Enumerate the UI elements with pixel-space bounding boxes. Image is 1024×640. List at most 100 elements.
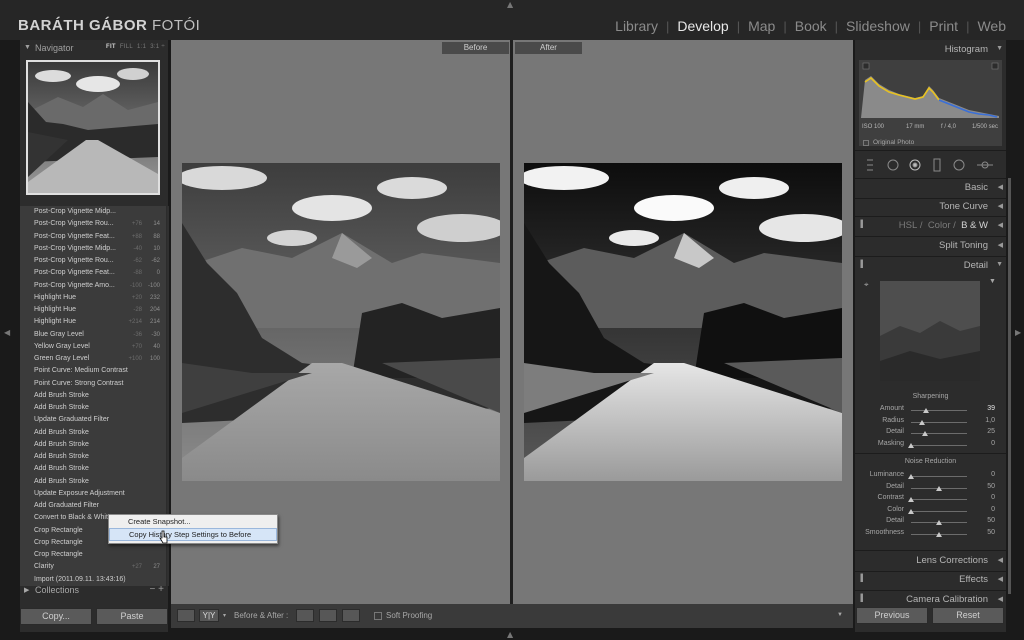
module-develop[interactable]: Develop: [669, 18, 736, 34]
expand-triangle-icon[interactable]: ◀: [998, 241, 1003, 249]
detail-panel-header[interactable]: ▐ Detail ▼: [855, 260, 1006, 271]
module-print[interactable]: Print: [921, 18, 966, 34]
detail-switch-icon[interactable]: ▐: [858, 261, 863, 268]
navigator-preview[interactable]: [26, 60, 160, 195]
history-step[interactable]: Post-Crop Vignette Amo... -100 -100: [20, 280, 166, 292]
history-step[interactable]: Add Brush Stroke: [20, 476, 166, 488]
slider-knob[interactable]: [908, 442, 914, 448]
tab-bw[interactable]: B & W: [961, 220, 988, 231]
slider-value[interactable]: 0: [973, 471, 995, 478]
copy-after-to-before-button[interactable]: [319, 609, 337, 622]
history-step[interactable]: Highlight Hue +214 214: [20, 316, 166, 328]
detail-zoom-preview[interactable]: [880, 281, 980, 381]
zoom-fill[interactable]: FILL: [120, 44, 133, 50]
split-toning-panel-header[interactable]: Split Toning ◀: [855, 240, 1006, 251]
history-step[interactable]: Update Graduated Filter: [20, 414, 166, 426]
menu-copy-history-to-before[interactable]: Copy History Step Settings to Before: [109, 528, 277, 541]
after-photo[interactable]: [524, 163, 842, 481]
expand-triangle-icon[interactable]: ◀: [998, 595, 1003, 603]
slider-knob[interactable]: [922, 431, 928, 436]
slider-track[interactable]: [911, 476, 967, 477]
module-slideshow[interactable]: Slideshow: [838, 18, 918, 34]
slider-value[interactable]: 25: [973, 428, 995, 435]
detail-preview-menu-icon[interactable]: ▼: [989, 278, 996, 285]
module-book[interactable]: Book: [787, 18, 835, 34]
slider-track[interactable]: [911, 499, 967, 500]
collapse-triangle-icon[interactable]: ▼: [24, 44, 31, 51]
history-step[interactable]: Update Exposure Adjustment: [20, 488, 166, 500]
slider-track[interactable]: [911, 433, 967, 434]
before-photo[interactable]: [182, 163, 500, 481]
paste-settings-button[interactable]: Paste: [96, 608, 168, 625]
history-step[interactable]: Blue Gray Level -36 -30: [20, 329, 166, 341]
left-panel-toggle-icon[interactable]: ◀: [4, 328, 10, 337]
basic-panel-header[interactable]: Basic ◀: [855, 182, 1006, 193]
expand-triangle-icon[interactable]: ◀: [998, 221, 1003, 229]
slider-knob[interactable]: [908, 497, 914, 502]
expand-triangle-icon[interactable]: ◀: [998, 183, 1003, 191]
expand-triangle-icon[interactable]: ◀: [998, 575, 1003, 583]
calibration-switch-icon[interactable]: ▐: [858, 595, 863, 602]
original-photo-checkbox[interactable]: [863, 140, 869, 146]
module-map[interactable]: Map: [740, 18, 783, 34]
collections-header[interactable]: ▶ Collections − +: [20, 583, 168, 599]
reset-settings-button[interactable]: Reset: [932, 607, 1004, 624]
slider-value[interactable]: 1,0: [973, 417, 995, 424]
navigator-header[interactable]: ▼ Navigator FIT FILL 1:1 3:1 ÷: [20, 43, 168, 57]
history-step[interactable]: Post-Crop Vignette Midp... -40 10: [20, 243, 166, 255]
zoom-fit[interactable]: FIT: [106, 44, 116, 50]
slider-track[interactable]: [911, 444, 967, 446]
expand-triangle-icon[interactable]: ▶: [24, 586, 29, 594]
zoom-1-1[interactable]: 1:1: [137, 44, 146, 50]
slider-value[interactable]: 0: [973, 506, 995, 513]
detail-target-icon[interactable]: ⌖: [864, 280, 869, 290]
slider-knob[interactable]: [908, 474, 914, 479]
module-web[interactable]: Web: [969, 18, 1014, 34]
slider-value[interactable]: 50: [973, 517, 995, 524]
camera-calibration-panel-header[interactable]: ▐ Camera Calibration ◀: [855, 594, 1006, 605]
soft-proofing-checkbox[interactable]: [374, 612, 382, 620]
right-panel-scrollbar[interactable]: [1008, 178, 1011, 594]
slider-knob[interactable]: [923, 408, 929, 413]
collapse-triangle-icon[interactable]: ▼: [996, 261, 1003, 268]
history-step[interactable]: Add Brush Stroke: [20, 390, 166, 402]
collapse-triangle-icon[interactable]: ▼: [996, 45, 1003, 52]
history-step[interactable]: Yellow Gray Level +70 40: [20, 341, 166, 353]
history-step[interactable]: Point Curve: Strong Contrast: [20, 378, 166, 390]
slider-knob[interactable]: [936, 531, 942, 537]
history-step[interactable]: Point Curve: Medium Contrast: [20, 365, 166, 377]
copy-settings-button[interactable]: Copy...: [20, 608, 92, 625]
slider-knob[interactable]: [936, 520, 942, 525]
history-step[interactable]: Add Brush Stroke: [20, 451, 166, 463]
bottom-panel-toggle-icon[interactable]: ▲: [507, 630, 513, 639]
history-step[interactable]: Add Brush Stroke: [20, 402, 166, 414]
slider-knob[interactable]: [919, 419, 925, 425]
lens-corrections-panel-header[interactable]: Lens Corrections ◀: [855, 555, 1006, 566]
histogram-header[interactable]: Histogram ▼: [855, 44, 1006, 55]
history-step[interactable]: Add Brush Stroke: [20, 427, 166, 439]
history-step[interactable]: Post-Crop Vignette Rou... +76 14: [20, 218, 166, 230]
tone-curve-panel-header[interactable]: Tone Curve ◀: [855, 201, 1006, 212]
history-step[interactable]: Highlight Hue -28 204: [20, 304, 166, 316]
collections-add-remove[interactable]: − +: [150, 584, 164, 595]
history-step[interactable]: Add Brush Stroke: [20, 463, 166, 475]
before-after-mode-button[interactable]: Y|Y: [199, 609, 219, 622]
mode-dropdown-icon[interactable]: ▾: [223, 612, 226, 619]
history-step[interactable]: Crop Rectangle: [20, 549, 166, 561]
effects-switch-icon[interactable]: ▐: [858, 575, 863, 582]
history-step[interactable]: Green Gray Level +100 100: [20, 353, 166, 365]
top-panel-toggle-icon[interactable]: ▲: [507, 0, 513, 9]
slider-track[interactable]: [911, 410, 967, 411]
copy-before-to-after-button[interactable]: [296, 609, 314, 622]
slider-knob[interactable]: [908, 508, 914, 514]
swap-before-after-button[interactable]: [342, 609, 360, 622]
slider-value[interactable]: 50: [973, 483, 995, 490]
previous-settings-button[interactable]: Previous: [856, 607, 928, 624]
effects-panel-header[interactable]: ▐ Effects ◀: [855, 574, 1006, 585]
toolbar-content-dropdown-icon[interactable]: ▼: [837, 612, 843, 618]
slider-track[interactable]: [911, 510, 967, 512]
slider-value[interactable]: 0: [973, 440, 995, 447]
history-step[interactable]: Add Brush Stroke: [20, 439, 166, 451]
history-step[interactable]: Highlight Hue +20 232: [20, 292, 166, 304]
expand-triangle-icon[interactable]: ◀: [998, 556, 1003, 564]
